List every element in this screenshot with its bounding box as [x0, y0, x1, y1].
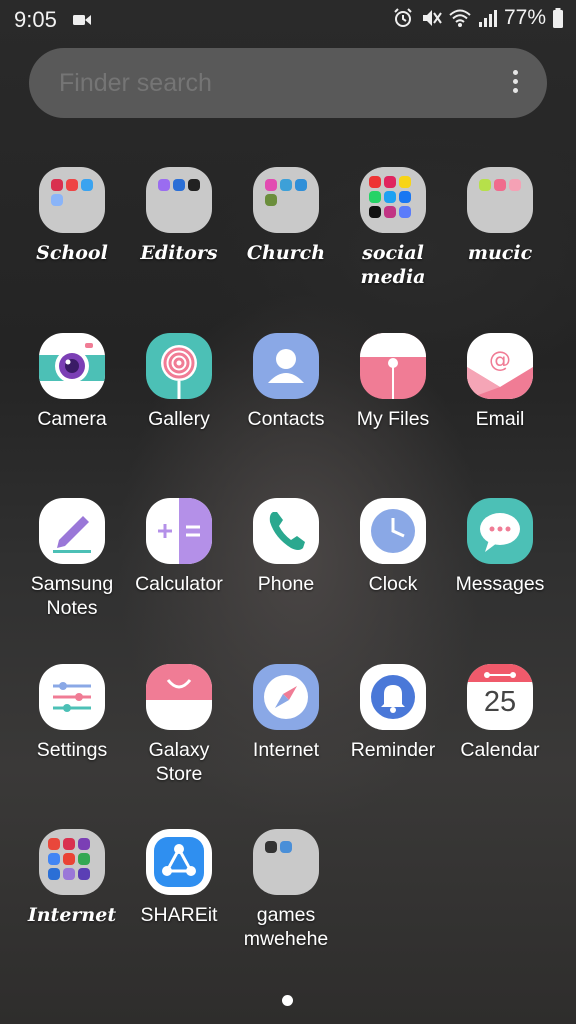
page-indicator-dot[interactable] [282, 995, 293, 1006]
svg-text:@: @ [489, 348, 511, 373]
folder-icon [39, 167, 105, 233]
app-clock[interactable]: Clock [338, 498, 448, 596]
app-label: Editors [140, 242, 218, 264]
calendar-icon: 25 [467, 664, 533, 730]
app-calendar[interactable]: 25 Calendar [445, 664, 555, 762]
mute-icon [422, 10, 442, 26]
app-my-files[interactable]: My Files [338, 333, 448, 431]
app-label: School [36, 242, 108, 264]
app-label: My Files [356, 408, 430, 430]
app-contacts[interactable]: Contacts [231, 333, 341, 431]
phone-icon [253, 498, 319, 564]
folder-games-mwehehe[interactable]: games mwehehe [231, 829, 341, 951]
app-label: Messages [455, 573, 545, 595]
folder-church[interactable]: Church [231, 167, 341, 265]
app-label: SHAREit [140, 904, 218, 926]
folder-files-icon [360, 333, 426, 399]
app-galaxy-store[interactable]: Galaxy Store [124, 664, 234, 786]
status-time: 9:05 [14, 7, 57, 32]
app-label: Internet [252, 739, 320, 761]
app-camera[interactable]: Camera [17, 333, 127, 431]
status-icons: 77% [392, 6, 564, 30]
app-label: Settings [36, 739, 108, 761]
app-label: social media [360, 242, 426, 288]
app-gallery[interactable]: Gallery [124, 333, 234, 431]
contacts-icon [253, 333, 319, 399]
finder-search-bar[interactable] [29, 48, 547, 118]
calendar-date: 25 [483, 686, 517, 718]
status-bar: 9:05 77% [0, 0, 576, 40]
app-messages[interactable]: Messages [445, 498, 555, 596]
alarm-icon [394, 8, 412, 27]
settings-icon [39, 664, 105, 730]
folder-icon [253, 167, 319, 233]
folder-school[interactable]: School [17, 167, 127, 265]
calculator-icon [146, 498, 212, 564]
folder-icon [39, 829, 105, 895]
folder-social-media[interactable]: social media [338, 167, 448, 289]
more-options-icon[interactable] [513, 70, 519, 97]
app-calculator[interactable]: Calculator [124, 498, 234, 596]
app-label: Samsung Notes [30, 573, 114, 619]
folder-icon [360, 167, 426, 233]
messages-icon [467, 498, 533, 564]
app-label: Internet [27, 904, 117, 926]
app-label: Contacts [247, 408, 325, 430]
folder-icon [146, 167, 212, 233]
search-input[interactable] [57, 68, 481, 99]
app-label: Galaxy Store [148, 739, 210, 785]
folder-internet[interactable]: Internet [17, 829, 127, 927]
app-internet[interactable]: Internet [231, 664, 341, 762]
app-label: Clock [368, 573, 418, 595]
wifi-icon [449, 9, 471, 27]
screen-record-icon [73, 15, 91, 25]
reminder-bell-icon [360, 664, 426, 730]
app-label: Camera [37, 408, 107, 430]
app-email[interactable]: @ Email [445, 333, 555, 431]
app-label: Calculator [135, 573, 223, 595]
battery-percent: 77% [503, 6, 546, 29]
app-label: games mwehehe [243, 904, 329, 950]
app-settings[interactable]: Settings [17, 664, 127, 762]
email-icon: @ [467, 333, 533, 399]
app-label: Phone [257, 573, 315, 595]
clock-icon [360, 498, 426, 564]
app-samsung-notes[interactable]: Samsung Notes [17, 498, 127, 620]
notes-icon [39, 498, 105, 564]
app-label: Calendar [460, 739, 540, 761]
app-label: Email [475, 408, 525, 430]
app-label: mucic [467, 242, 533, 264]
folder-icon [253, 829, 319, 895]
app-shareit[interactable]: SHAREit [124, 829, 234, 927]
compass-icon [253, 664, 319, 730]
folder-mucic[interactable]: mucic [445, 167, 555, 265]
folder-editors[interactable]: Editors [124, 167, 234, 265]
app-phone[interactable]: Phone [231, 498, 341, 596]
battery-icon [553, 8, 563, 28]
camera-icon [39, 333, 105, 399]
shareit-icon [146, 829, 212, 895]
app-label: Church [246, 242, 326, 264]
signal-icon [478, 10, 497, 27]
app-label: Gallery [148, 408, 210, 430]
store-bag-icon [146, 664, 212, 730]
app-reminder[interactable]: Reminder [338, 664, 448, 762]
gallery-icon [146, 333, 212, 399]
folder-icon [467, 167, 533, 233]
app-label: Reminder [350, 739, 436, 761]
